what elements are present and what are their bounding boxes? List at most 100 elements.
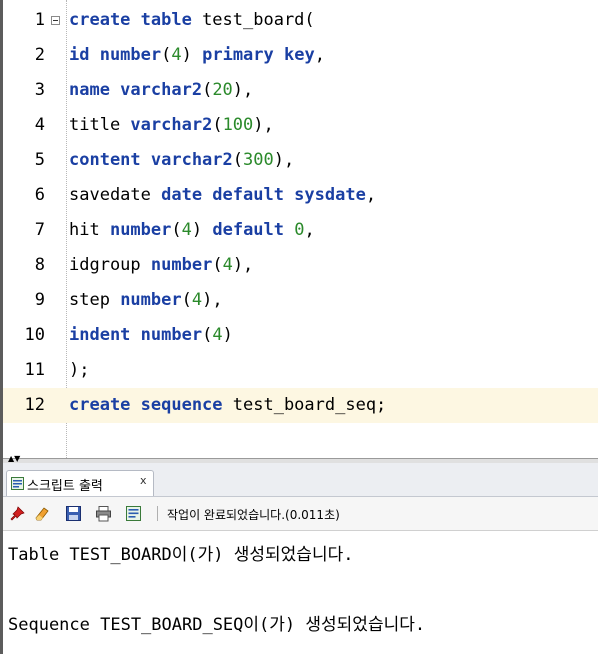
code-text: title varchar2(100), (69, 108, 274, 143)
line-number: 6 (34, 185, 45, 205)
save-icon[interactable] (65, 505, 82, 522)
code-token: , (365, 185, 377, 205)
code-token: ); (69, 360, 90, 380)
number-literal: 0 (294, 220, 305, 240)
code-token: title (69, 115, 131, 135)
code-text: id number(4) primary key, (69, 38, 325, 73)
sql-keyword: name varchar2 (69, 80, 203, 100)
code-token: ) (191, 220, 213, 240)
sql-editor[interactable]: 1 create table test_board(2 id number(4) p… (3, 0, 598, 458)
number-literal: 4 (191, 290, 203, 310)
code-token: ( (212, 255, 223, 275)
line-number: 7 (34, 220, 45, 240)
sql-keyword: primary key (202, 45, 315, 65)
output-line: Table TEST_BOARD이(가) 생성되었습니다. (8, 545, 354, 565)
fold-toggle-icon[interactable] (51, 16, 60, 25)
line-number: 9 (34, 290, 45, 310)
sql-keyword: number (150, 255, 213, 275)
code-line[interactable]: 9 step number(4), (3, 283, 598, 318)
line-number: 2 (34, 45, 45, 65)
code-line[interactable]: 7 hit number(4) default 0, (3, 213, 598, 248)
line-number: 1 (34, 10, 45, 30)
line-number: 10 (24, 325, 45, 345)
code-token: hit (69, 220, 110, 240)
code-token: ) (222, 325, 233, 345)
sql-keyword: date default sysdate (161, 185, 366, 205)
code-token: savedate (69, 185, 162, 205)
tab-label: 스크립트 출력 (27, 479, 103, 494)
script-output-icon (11, 477, 24, 490)
code-token: ( (171, 220, 182, 240)
code-line[interactable]: 8 idgroup number(4), (3, 248, 598, 283)
sql-keyword: varchar2 (130, 115, 213, 135)
code-text: step number(4), (69, 283, 223, 318)
code-line[interactable]: 12 create sequence test_board_seq; (3, 388, 598, 423)
pin-icon[interactable] (9, 505, 26, 522)
code-text: ); (69, 353, 89, 388)
code-token: , (304, 220, 315, 240)
number-literal: 4 (222, 255, 233, 275)
code-text: savedate date default sysdate, (69, 178, 376, 213)
number-literal: 20 (212, 80, 233, 100)
sql-keyword: content varchar2 (69, 150, 233, 170)
number-literal: 300 (243, 150, 274, 170)
code-line[interactable]: 1 create table test_board( (3, 3, 598, 38)
toolbar-separator (157, 506, 158, 521)
sql-keyword: number (120, 290, 182, 310)
sql-keyword: id number (69, 45, 162, 65)
line-number: 11 (24, 360, 45, 380)
output-toolbar: 작업이 완료되었습니다.(0.011초) (3, 497, 598, 531)
print-icon[interactable] (95, 505, 112, 522)
code-text: idgroup number(4), (69, 248, 253, 283)
code-token: ), (273, 150, 295, 170)
code-line[interactable]: 4 title varchar2(100), (3, 108, 598, 143)
code-line[interactable]: 3 name varchar2(20), (3, 73, 598, 108)
output-tab-bar: 스크립트 출력 x (3, 463, 598, 497)
code-line[interactable]: 11); (3, 353, 598, 388)
output-line: Sequence TEST_BOARD_SEQ이(가) 생성되었습니다. (8, 615, 426, 635)
code-text: hit number(4) default 0, (69, 213, 315, 248)
number-literal: 4 (181, 220, 192, 240)
splitter-arrows-icon[interactable]: ▲▼ (8, 455, 20, 463)
sql-keyword: default (212, 220, 285, 240)
status-text: 작업이 완료되었습니다.(0.011초) (167, 508, 340, 522)
line-number: 5 (34, 150, 45, 170)
eraser-icon[interactable] (33, 505, 50, 522)
line-number: 12 (24, 395, 45, 415)
sql-keyword: create sequence (69, 395, 223, 415)
code-line[interactable]: 6 savedate date default sysdate, (3, 178, 598, 213)
number-literal: 4 (212, 325, 223, 345)
code-token: ( (212, 115, 223, 135)
close-icon[interactable]: x (140, 474, 147, 487)
code-token: test_board( (191, 10, 315, 30)
code-token: ) (181, 45, 203, 65)
sql-keyword: create table (69, 10, 192, 30)
code-line[interactable]: 10 indent number(4) (3, 318, 598, 353)
code-line[interactable]: 2 id number(4) primary key, (3, 38, 598, 73)
number-literal: 100 (222, 115, 254, 135)
code-token: ( (181, 290, 192, 310)
code-token: ), (202, 290, 223, 310)
code-text: indent number(4) (69, 318, 233, 353)
line-number: 8 (34, 255, 45, 275)
tab-script-output[interactable]: 스크립트 출력 x (6, 470, 154, 496)
sql-keyword: indent number (69, 325, 203, 345)
number-literal: 4 (171, 45, 182, 65)
code-text: create sequence test_board_seq; (69, 388, 386, 423)
script-output-area[interactable]: Table TEST_BOARD이(가) 생성되었습니다. Sequence T… (3, 531, 598, 654)
code-text: create table test_board( (69, 3, 315, 38)
code-token: ), (253, 115, 274, 135)
code-token: test_board_seq; (222, 395, 387, 415)
code-token: ), (232, 255, 254, 275)
script-icon[interactable] (125, 505, 142, 522)
code-token: , (314, 45, 325, 65)
code-line[interactable]: 5 content varchar2(300), (3, 143, 598, 178)
code-token: idgroup (69, 255, 151, 275)
code-token: ), (232, 80, 254, 100)
code-token: ( (161, 45, 172, 65)
line-number: 4 (34, 115, 45, 135)
code-token: ( (202, 80, 213, 100)
code-token: ( (202, 325, 213, 345)
code-text: content varchar2(300), (69, 143, 294, 178)
